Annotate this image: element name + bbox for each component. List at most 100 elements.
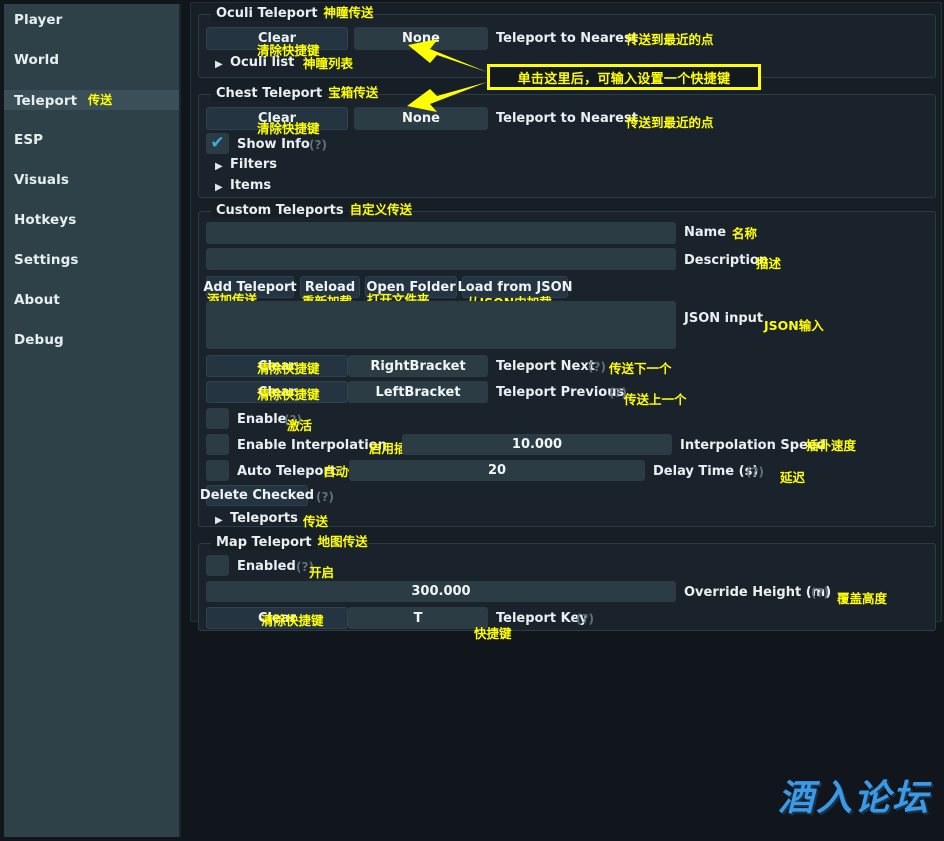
enable-interpolation-label: Enable Interpolation — [237, 438, 387, 453]
override-height-slider[interactable]: 300.000 — [206, 581, 676, 602]
override-height-cn: 覆盖高度 — [837, 591, 888, 606]
oculi-hotkey-field[interactable]: None — [354, 27, 488, 50]
interpolation-speed-cn: 插补速度 — [806, 438, 857, 453]
teleports-chevron-right-icon[interactable]: ▶ — [215, 515, 223, 527]
delay-time-slider[interactable]: 20 — [349, 460, 645, 481]
delete-checked-help-icon[interactable]: (?) — [316, 490, 334, 504]
chest-hotkey-field[interactable]: None — [354, 107, 488, 130]
show-info-label: Show Info — [237, 137, 310, 152]
map-enabled-cn: 开启 — [309, 565, 335, 580]
map-teleport-group: Map Teleport 地图传送 Enabled (?) 开启 300.000 … — [198, 535, 936, 641]
hotkey-value: LeftBracket — [375, 384, 461, 400]
teleport-previous-hotkey-field[interactable]: LeftBracket — [348, 381, 488, 403]
teleports-tree-cn: 传送 — [303, 514, 329, 529]
oculi-teleport-title: Oculi Teleport 神瞳传送 — [211, 6, 374, 21]
sidebar-item-label: Settings — [14, 252, 79, 268]
app-window: Player World Teleport 传送 ESP Visuals Hot… — [0, 0, 944, 841]
slider-value: 10.000 — [511, 437, 563, 452]
teleport-name-input[interactable] — [206, 222, 676, 244]
enable-checkbox[interactable] — [206, 408, 229, 429]
filters-chevron-right-icon[interactable]: ▶ — [215, 161, 223, 173]
auto-teleport-checkbox[interactable] — [206, 460, 229, 481]
show-info-help-icon[interactable]: (?) — [309, 138, 327, 152]
sidebar-item-label: Teleport — [14, 93, 78, 109]
oculi-list-chevron-right-icon[interactable]: ▶ — [215, 59, 223, 71]
interpolation-speed-slider[interactable]: 10.000 — [402, 434, 672, 455]
json-input-label: JSON input — [684, 311, 764, 326]
sidebar-item-esp[interactable]: ESP — [4, 130, 179, 150]
teleport-description-cn: 描述 — [756, 256, 782, 271]
sidebar-item-player[interactable]: Player — [4, 10, 179, 30]
sidebar-item-label: World — [14, 52, 60, 68]
teleport-name-cn: 名称 — [732, 226, 758, 241]
teleport-next-help-icon[interactable]: (?) — [588, 360, 606, 374]
watermark: 酒入论坛 — [778, 769, 930, 821]
hotkey-value: T — [413, 610, 423, 626]
sidebar-item-hotkeys[interactable]: Hotkeys — [4, 210, 179, 230]
interpolation-speed-label: Interpolation Speed — [680, 438, 826, 453]
chest-teleport-title: Chest Teleport 宝箱传送 — [211, 86, 378, 101]
sidebar-item-label: ESP — [14, 132, 44, 148]
items-chevron-right-icon[interactable]: ▶ — [215, 182, 223, 194]
sidebar: Player World Teleport 传送 ESP Visuals Hot… — [4, 4, 181, 837]
oculi-list-cn: 神瞳列表 — [303, 56, 354, 71]
hotkey-value: None — [402, 31, 440, 46]
map-key-clear-cn: 清除快捷键 — [261, 613, 324, 628]
chest-clear-cn: 清除快捷键 — [257, 121, 320, 136]
enable-interpolation-checkbox[interactable] — [206, 434, 229, 455]
button-label: Reload — [304, 279, 356, 295]
show-info-checkbox[interactable]: ✔ — [206, 133, 229, 154]
group-title-cn: 地图传送 — [317, 534, 368, 549]
oculi-action-cn: 传送到最近的点 — [626, 32, 714, 47]
override-height-label: Override Height (m) — [684, 585, 832, 600]
teleport-description-input[interactable] — [206, 248, 676, 270]
group-title-text: Custom Teleports — [216, 203, 344, 218]
oculi-list-label[interactable]: Oculi list — [230, 55, 294, 70]
sidebar-item-about[interactable]: About — [4, 290, 179, 310]
group-title-cn: 宝箱传送 — [328, 85, 379, 100]
teleport-next-cn: 传送下一个 — [609, 361, 672, 376]
sidebar-item-world[interactable]: World — [4, 50, 179, 70]
hotkey-value: None — [402, 111, 440, 126]
sidebar-item-label: Player — [14, 12, 63, 28]
sidebar-item-label: Visuals — [14, 172, 69, 188]
override-height-help-icon[interactable]: (?) — [811, 586, 829, 600]
watermark-text: 酒入论坛 — [777, 778, 930, 819]
checkmark-icon: ✔ — [210, 133, 225, 153]
delay-time-cn: 延迟 — [780, 470, 806, 485]
teleports-tree-label[interactable]: Teleports — [230, 511, 298, 526]
json-input-textarea[interactable] — [206, 301, 676, 349]
map-teleport-key-help-icon[interactable]: (?) — [576, 612, 594, 626]
main-panel: Oculi Teleport 神瞳传送 Clear 清除快捷键 None Tele… — [190, 2, 942, 641]
map-enabled-checkbox[interactable] — [206, 555, 229, 576]
teleport-next-label: Teleport Next — [496, 359, 595, 374]
teleport-next-hotkey-field[interactable]: RightBracket — [348, 355, 488, 377]
filters-label[interactable]: Filters — [230, 157, 277, 172]
sidebar-item-settings[interactable]: Settings — [4, 250, 179, 270]
items-label[interactable]: Items — [230, 178, 271, 193]
slider-value: 20 — [487, 463, 507, 478]
auto-teleport-label: Auto Teleport — [237, 464, 337, 479]
button-label: Delete Checked — [199, 488, 315, 503]
json-input-cn: JSON输入 — [764, 318, 824, 333]
hotkey-value: RightBracket — [370, 358, 466, 374]
sidebar-item-teleport[interactable]: Teleport 传送 — [4, 90, 179, 110]
map-teleport-title: Map Teleport 地图传送 — [211, 535, 368, 550]
group-title-text: Oculi Teleport — [216, 6, 318, 21]
sidebar-item-label: Hotkeys — [14, 212, 77, 228]
group-title-cn: 神瞳传送 — [323, 5, 374, 20]
annotation-tooltip-text: 单击这里后，可输入设置一个快捷键 — [517, 71, 731, 87]
map-teleport-key-field[interactable]: T — [348, 607, 488, 629]
delay-time-help-icon[interactable]: (?) — [746, 465, 764, 479]
group-title-text: Chest Teleport — [216, 86, 323, 101]
delay-time-label: Delay Time (s) — [653, 464, 759, 479]
button-label: Load from JSON — [457, 279, 573, 295]
oculi-action-label: Teleport to Nearest — [496, 31, 638, 46]
sidebar-item-visuals[interactable]: Visuals — [4, 170, 179, 190]
sidebar-item-debug[interactable]: Debug — [4, 330, 179, 350]
chest-teleport-group: Chest Teleport 宝箱传送 Clear 清除快捷键 None Tele… — [198, 86, 936, 198]
delete-checked-button[interactable]: Delete Checked — [200, 485, 314, 506]
teleport-previous-cn: 传送上一个 — [624, 392, 687, 407]
enable-cn: 激活 — [287, 418, 313, 433]
sidebar-item-label: Debug — [14, 332, 64, 348]
